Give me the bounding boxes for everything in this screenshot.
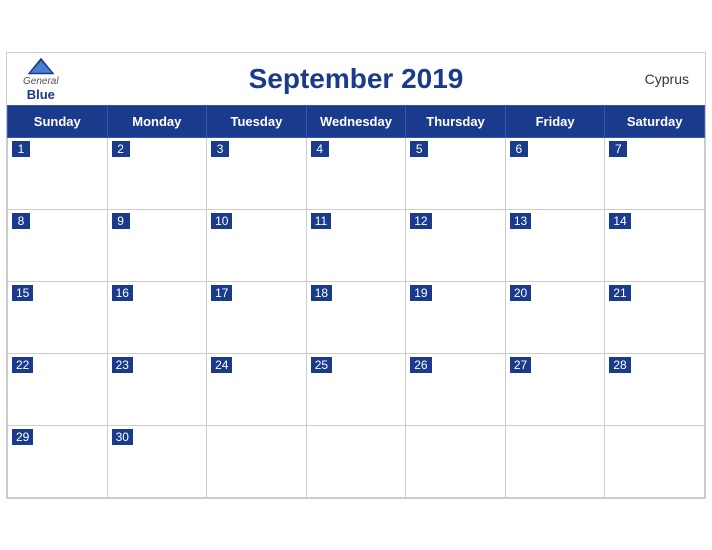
calendar-day-cell: 2 (107, 137, 207, 209)
header-friday: Friday (505, 105, 605, 137)
day-number: 28 (609, 357, 630, 373)
calendar-body: 1234567891011121314151617181920212223242… (8, 137, 705, 497)
calendar-week-row: 1 2 3 4 5 6 7 (8, 137, 705, 209)
day-number: 25 (311, 357, 332, 373)
header-sunday: Sunday (8, 105, 108, 137)
day-number: 15 (12, 285, 33, 301)
calendar-day-cell (505, 425, 605, 497)
calendar-day-cell: 24 (207, 353, 307, 425)
calendar-container: General Blue September 2019 Cyprus Sunda… (6, 52, 706, 499)
day-number: 9 (112, 213, 130, 229)
weekday-header-row: Sunday Monday Tuesday Wednesday Thursday… (8, 105, 705, 137)
calendar-day-cell: 1 (8, 137, 108, 209)
calendar-day-cell: 5 (406, 137, 506, 209)
calendar-week-row: 29 30 (8, 425, 705, 497)
header-tuesday: Tuesday (207, 105, 307, 137)
day-number: 21 (609, 285, 630, 301)
calendar-day-cell: 15 (8, 281, 108, 353)
calendar-day-cell: 9 (107, 209, 207, 281)
general-blue-logo-icon (26, 56, 56, 76)
calendar-day-cell (406, 425, 506, 497)
calendar-day-cell: 18 (306, 281, 406, 353)
calendar-day-cell: 29 (8, 425, 108, 497)
calendar-week-row: 8 9 10 11 12 13 14 (8, 209, 705, 281)
calendar-day-cell: 14 (605, 209, 705, 281)
day-number: 17 (211, 285, 232, 301)
calendar-day-cell: 21 (605, 281, 705, 353)
day-number: 11 (311, 213, 331, 229)
day-number: 27 (510, 357, 531, 373)
calendar-day-cell: 6 (505, 137, 605, 209)
day-number: 22 (12, 357, 33, 373)
calendar-day-cell (605, 425, 705, 497)
calendar-week-row: 15 16 17 18 19 20 21 (8, 281, 705, 353)
logo-general-text: General (23, 76, 59, 87)
calendar-day-cell: 10 (207, 209, 307, 281)
header-wednesday: Wednesday (306, 105, 406, 137)
day-number: 18 (311, 285, 332, 301)
calendar-day-cell: 27 (505, 353, 605, 425)
day-number: 3 (211, 141, 229, 157)
calendar-table: Sunday Monday Tuesday Wednesday Thursday… (7, 105, 705, 498)
day-number: 2 (112, 141, 130, 157)
calendar-header: General Blue September 2019 Cyprus (7, 53, 705, 105)
day-number: 4 (311, 141, 329, 157)
day-number: 7 (609, 141, 627, 157)
calendar-day-cell: 3 (207, 137, 307, 209)
calendar-day-cell: 11 (306, 209, 406, 281)
calendar-day-cell: 19 (406, 281, 506, 353)
day-number: 23 (112, 357, 133, 373)
day-number: 24 (211, 357, 232, 373)
day-number: 20 (510, 285, 531, 301)
day-number: 19 (410, 285, 431, 301)
day-number: 16 (112, 285, 133, 301)
day-number: 13 (510, 213, 531, 229)
day-number: 12 (410, 213, 431, 229)
header-thursday: Thursday (406, 105, 506, 137)
calendar-day-cell (207, 425, 307, 497)
calendar-day-cell: 8 (8, 209, 108, 281)
calendar-day-cell: 30 (107, 425, 207, 497)
day-number: 5 (410, 141, 428, 157)
calendar-day-cell: 20 (505, 281, 605, 353)
calendar-week-row: 22 23 24 25 26 27 28 (8, 353, 705, 425)
day-number: 10 (211, 213, 232, 229)
calendar-day-cell: 17 (207, 281, 307, 353)
day-number: 1 (12, 141, 30, 157)
calendar-day-cell: 26 (406, 353, 506, 425)
day-number: 30 (112, 429, 133, 445)
day-number: 6 (510, 141, 528, 157)
calendar-day-cell: 13 (505, 209, 605, 281)
calendar-day-cell: 28 (605, 353, 705, 425)
header-saturday: Saturday (605, 105, 705, 137)
day-number: 29 (12, 429, 33, 445)
calendar-day-cell: 4 (306, 137, 406, 209)
header-monday: Monday (107, 105, 207, 137)
calendar-day-cell: 25 (306, 353, 406, 425)
calendar-day-cell: 7 (605, 137, 705, 209)
calendar-day-cell (306, 425, 406, 497)
day-number: 14 (609, 213, 630, 229)
calendar-day-cell: 12 (406, 209, 506, 281)
logo-area: General Blue (23, 56, 59, 102)
calendar-day-cell: 23 (107, 353, 207, 425)
calendar-day-cell: 16 (107, 281, 207, 353)
country-label: Cyprus (645, 71, 689, 87)
calendar-day-cell: 22 (8, 353, 108, 425)
day-number: 8 (12, 213, 30, 229)
day-number: 26 (410, 357, 431, 373)
logo-blue-text: Blue (27, 87, 55, 102)
calendar-title: September 2019 (249, 63, 464, 95)
